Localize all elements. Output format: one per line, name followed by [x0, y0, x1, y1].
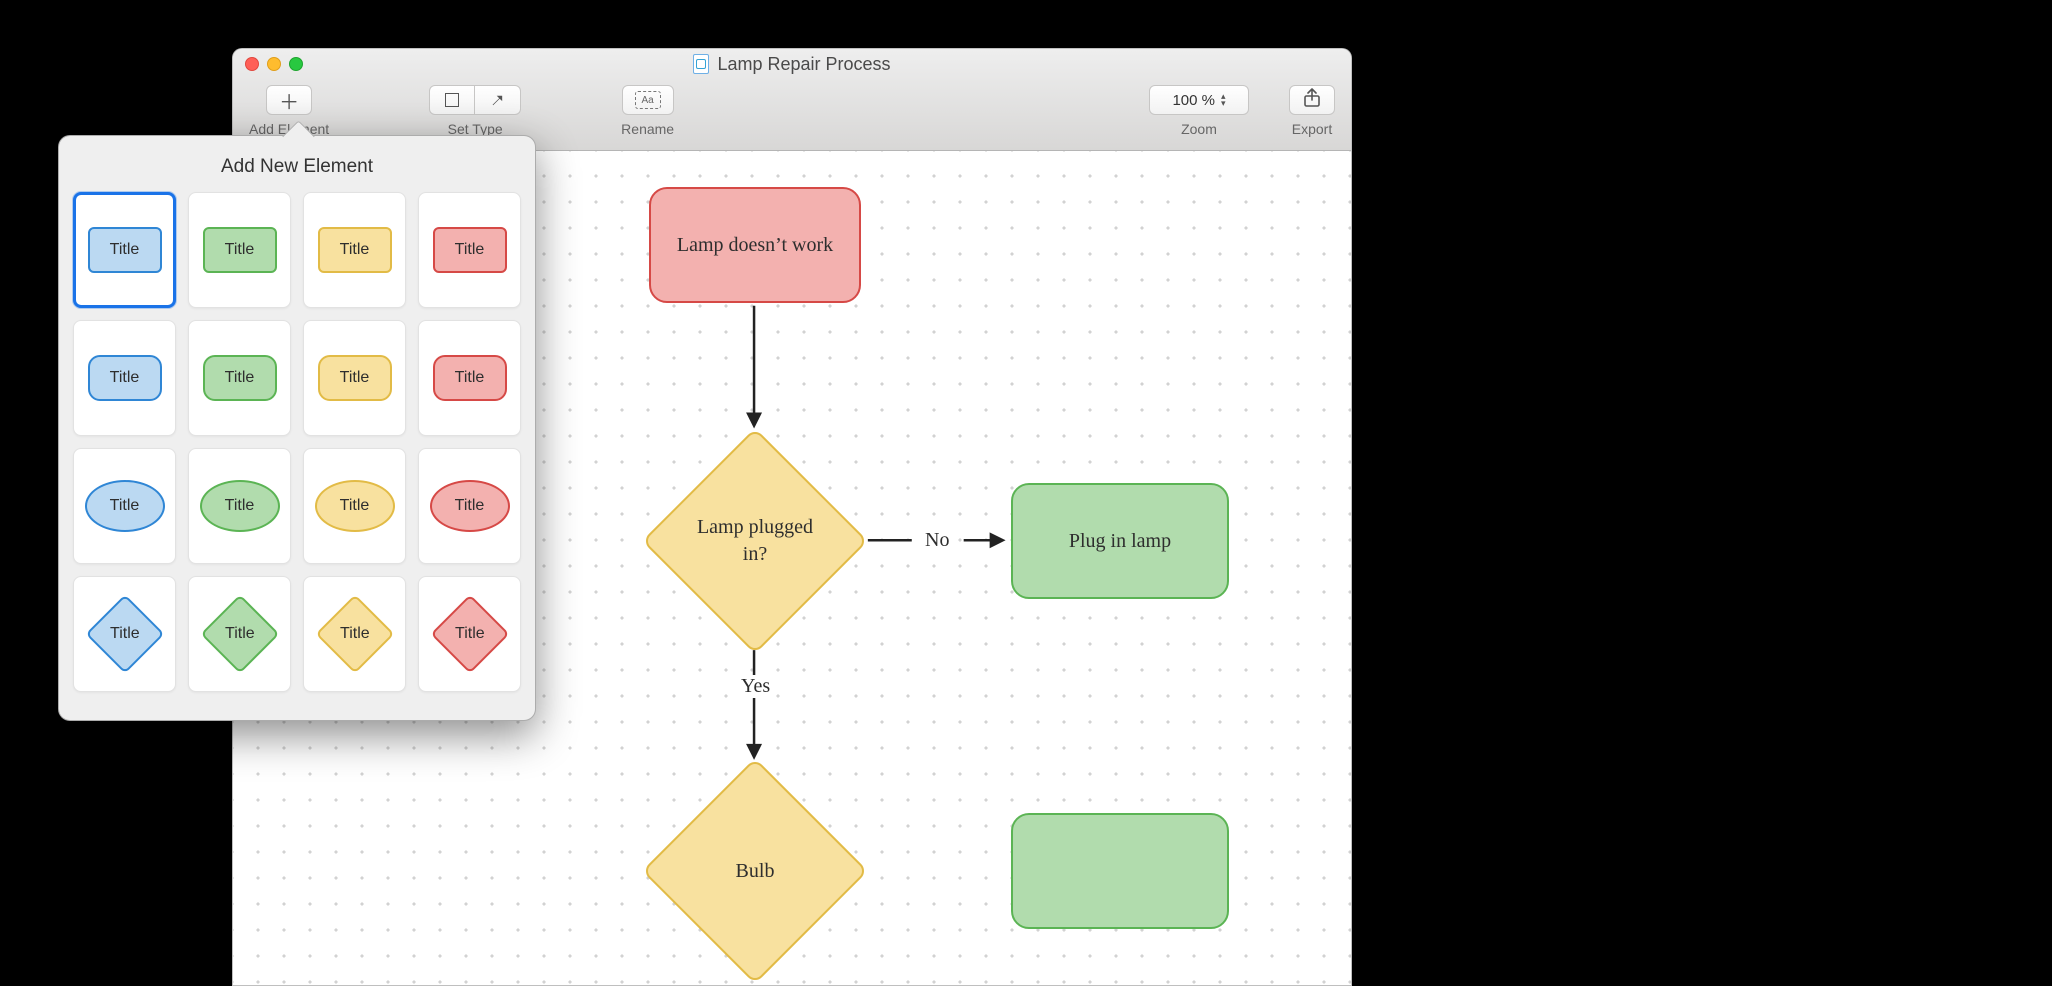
palette-diamond-blue[interactable]: Title	[73, 576, 176, 692]
rename-icon: Aa	[635, 91, 661, 109]
document-icon	[693, 54, 709, 74]
sample-label: Title	[110, 369, 140, 387]
stepper-icon: ▴▾	[1221, 93, 1226, 107]
square-icon	[445, 93, 459, 107]
palette-round-green[interactable]: Title	[188, 320, 291, 436]
flow-node-label: Lamp doesn’t work	[677, 232, 833, 259]
flow-node-decision-2[interactable]: Bulb	[675, 791, 835, 951]
sample-label: Title	[110, 497, 140, 515]
palette-rect-yellow[interactable]: Title	[303, 192, 406, 308]
sample-label: Title	[340, 625, 370, 643]
popover-title: Add New Element	[59, 136, 535, 192]
sample-label: Title	[340, 369, 370, 387]
sample-label: Title	[455, 625, 485, 643]
flow-node-action-2[interactable]	[1011, 813, 1229, 929]
palette-ellipse-red[interactable]: Title	[418, 448, 521, 564]
palette-round-red[interactable]: Title	[418, 320, 521, 436]
sample-label: Title	[455, 497, 485, 515]
palette-rect-red[interactable]: Title	[418, 192, 521, 308]
rename-button[interactable]: Aa	[622, 85, 674, 115]
palette-diamond-green[interactable]: Title	[188, 576, 291, 692]
zoom-window-button[interactable]	[289, 57, 303, 71]
zoom-value: 100 %	[1172, 92, 1215, 109]
palette-round-blue[interactable]: Title	[73, 320, 176, 436]
sample-label: Title	[455, 241, 485, 259]
window-title: Lamp Repair Process	[233, 54, 1351, 75]
palette-rect-green[interactable]: Title	[188, 192, 291, 308]
edge-label-no: No	[921, 529, 953, 552]
palette-diamond-yellow[interactable]: Title	[303, 576, 406, 692]
flow-node-label: Lamp plugged in?	[685, 514, 825, 568]
flow-node-label: Plug in lamp	[1069, 528, 1171, 555]
set-type-arrow-button[interactable]: ➝	[475, 85, 521, 115]
close-window-button[interactable]	[245, 57, 259, 71]
palette-rect-blue[interactable]: Title	[73, 192, 176, 308]
flow-node-decision-1[interactable]: Lamp plugged in?	[675, 461, 835, 621]
palette-ellipse-blue[interactable]: Title	[73, 448, 176, 564]
add-element-button[interactable]: ＋	[266, 85, 312, 115]
sample-label: Title	[225, 241, 255, 259]
edge-label-yes: Yes	[737, 675, 774, 698]
sample-label: Title	[225, 625, 255, 643]
zoom-label: Zoom	[1181, 121, 1217, 137]
sample-label: Title	[110, 241, 140, 259]
arrow-icon: ➝	[485, 87, 511, 113]
add-element-popover: Add New Element Title Title Title Title …	[58, 135, 536, 721]
plus-icon: ＋	[279, 86, 299, 115]
zoom-stepper[interactable]: 100 % ▴▾	[1149, 85, 1249, 115]
sample-label: Title	[340, 497, 370, 515]
flow-node-label: Bulb	[736, 858, 775, 885]
minimize-window-button[interactable]	[267, 57, 281, 71]
export-button[interactable]	[1289, 85, 1335, 115]
window-title-text: Lamp Repair Process	[717, 54, 890, 75]
palette-diamond-red[interactable]: Title	[418, 576, 521, 692]
rename-label: Rename	[621, 121, 674, 137]
share-icon	[1303, 88, 1321, 113]
set-type-shape-button[interactable]	[429, 85, 475, 115]
palette-ellipse-yellow[interactable]: Title	[303, 448, 406, 564]
window-controls	[245, 57, 303, 71]
flow-node-action-1[interactable]: Plug in lamp	[1011, 483, 1229, 599]
sample-label: Title	[340, 241, 370, 259]
sample-label: Title	[225, 497, 255, 515]
sample-label: Title	[455, 369, 485, 387]
sample-label: Title	[225, 369, 255, 387]
export-label: Export	[1292, 121, 1332, 137]
palette-round-yellow[interactable]: Title	[303, 320, 406, 436]
sample-label: Title	[110, 625, 140, 643]
flow-node-start[interactable]: Lamp doesn’t work	[649, 187, 861, 303]
shape-palette: Title Title Title Title Title Title Titl…	[59, 192, 535, 706]
palette-ellipse-green[interactable]: Title	[188, 448, 291, 564]
